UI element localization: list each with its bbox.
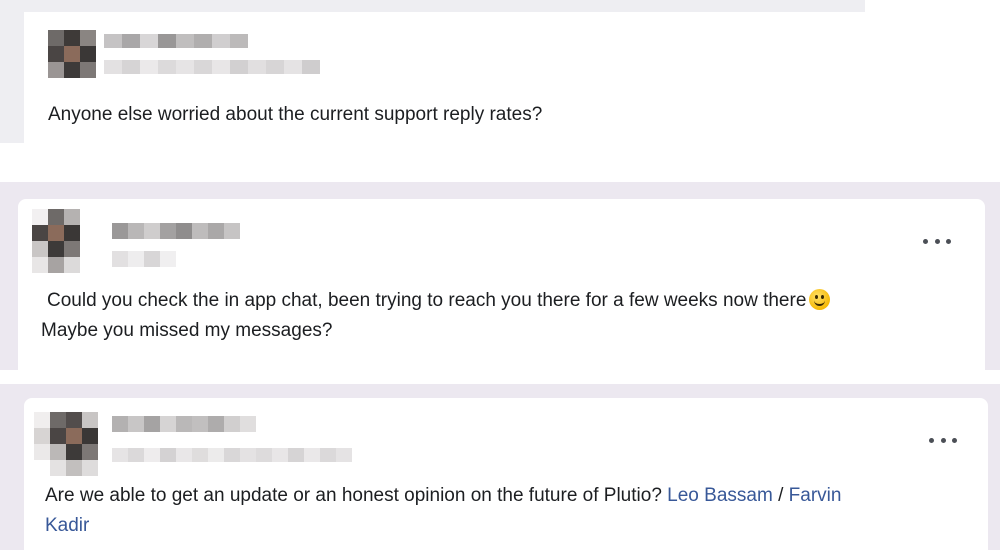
post-body-line1: Could you check the in app chat, been tr…	[47, 290, 807, 311]
post-options-button[interactable]	[929, 432, 957, 448]
more-horizontal-icon	[923, 238, 928, 244]
mention-link-leo-bassam[interactable]: Leo Bassam	[667, 485, 773, 506]
feed-background-left-top	[0, 0, 24, 143]
post-options-button[interactable]	[923, 233, 951, 249]
post-body: Are we able to get an update or an hones…	[45, 481, 841, 511]
feed-background-top	[0, 0, 865, 12]
post-body-line2: Maybe you missed my messages?	[41, 320, 333, 341]
mention-link-farvin-kadir[interactable]: Farvin	[789, 485, 842, 506]
post-body: Anyone else worried about the current su…	[48, 104, 543, 125]
post-card: Could you check the in app chat, been tr…	[18, 199, 985, 370]
post-body-text: Are we able to get an update or an hones…	[45, 485, 668, 506]
post-card: Are we able to get an update or an hones…	[24, 398, 988, 550]
mention-separator: /	[772, 485, 789, 506]
more-horizontal-icon	[929, 437, 934, 443]
mention-link-farvin-kadir-cont[interactable]: Kadir	[45, 515, 89, 536]
post-body: Could you check the in app chat, been tr…	[47, 286, 831, 316]
post-card: Anyone else worried about the current su…	[24, 12, 865, 143]
post-body-line2: Kadir	[45, 511, 89, 541]
smiling-face-emoji-icon	[809, 289, 831, 310]
